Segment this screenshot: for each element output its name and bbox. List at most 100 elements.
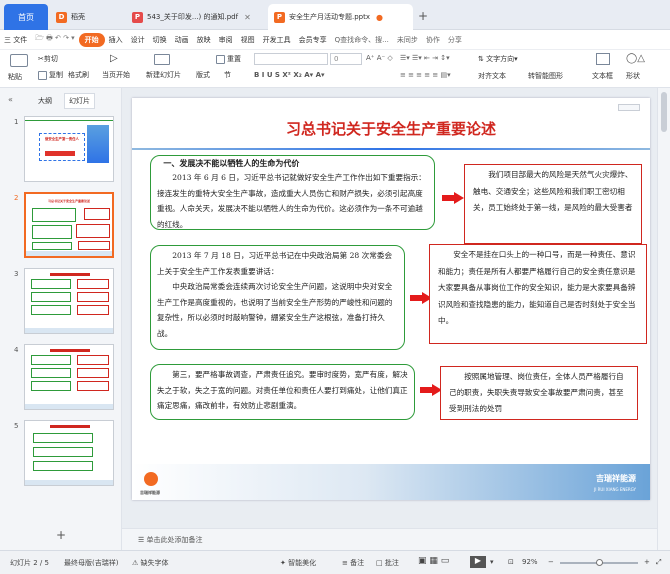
slide-thumbnail-2[interactable]: 习总书记关于安全生产重要论述 [24,192,114,258]
shape-button[interactable]: 形状 [626,71,640,81]
convert-smartart-button[interactable]: 转智能图形 [528,71,563,81]
theme-name[interactable]: 最终母版(吉瑞祥) [64,558,118,568]
menu-view[interactable]: 视图 [237,35,259,45]
slide-thumbnail-1[interactable]: 做安全生产第一责任人 [24,116,114,182]
tab-pdf[interactable]: P 543_关于印发...) 的通知.pdf ✕ [126,4,266,30]
collapse-panel-icon[interactable]: « [8,95,13,104]
tab-docer-label: 稻壳 [71,13,85,21]
close-icon[interactable]: ✕ [244,13,251,22]
new-slide-button[interactable]: 新建幻灯片 [146,70,181,80]
text-box-1[interactable]: 一、发展决不能以牺牲人的生命为代价 2013 年 6 月 6 日，习近平总书记就… [150,155,435,230]
sync-status[interactable]: 未同步 [393,35,422,45]
new-slide-icon[interactable] [154,54,172,65]
layout-button[interactable]: 版式 [196,70,210,80]
collab-button[interactable]: 协作 [422,35,444,45]
right-arrow-icon [442,192,464,204]
list-buttons[interactable]: ☰▾ ☰▾ ⇤ ⇥ ↕▾ [400,54,450,62]
menu-transition[interactable]: 切换 [149,35,171,45]
tab-bar: 首页 D 稻壳 P 543_关于印发...) 的通知.pdf ✕ P 安全生产月… [0,0,670,30]
new-tab-button[interactable]: + [418,9,428,23]
tab-pptx[interactable]: P 安全生产月活动专题.pptx ● [268,4,413,30]
add-slide-button[interactable]: + [56,528,66,542]
paste-button[interactable]: 粘贴 [8,72,22,82]
box2-text-2: 中央政治局常委会连续两次讨论安全生产问题，这说明中央对安全生产工作是高度重视的，… [157,282,393,338]
notes-toggle-icon: ≡ [342,559,351,567]
thumb-num: 4 [14,346,19,354]
text-direction-button[interactable]: ⇅ 文字方向▾ [478,54,518,64]
file-menu[interactable]: 三 文件 [0,35,31,45]
fullscreen-icon[interactable]: ⤢ [656,558,662,567]
text-box-2[interactable]: 2013 年 7 月 18 日，习近平总书记在中央政治局第 28 次常委会上关于… [150,245,405,350]
align-text-button[interactable]: 对齐文本 [478,71,506,81]
missing-font-button[interactable]: ⚠ 缺失字体 [132,558,169,568]
notes-pane[interactable]: ☰ 单击此处添加备注 [122,528,657,550]
slide-thumbnail-4[interactable] [24,344,114,410]
tab-home[interactable]: 首页 [4,4,48,30]
right-arrow-icon [420,384,442,396]
quick-access-icons[interactable]: 🗁 🖶 ↶ ↷ ▾ [31,34,78,45]
copy-button[interactable]: 复制 [38,70,63,80]
zoom-in-button[interactable]: + [644,558,650,566]
menu-review[interactable]: 审阅 [215,35,237,45]
tab-docer[interactable]: D 稻壳 [50,4,124,30]
status-bar: 幻灯片 2 / 5 最终母版(吉瑞祥) ⚠ 缺失字体 ✦ 智能美化 ≡ 备注 □… [0,550,670,574]
shapes-icon[interactable]: ◯△ [626,53,645,64]
command-search[interactable]: Q查找命令、搜... [331,35,393,45]
footer-brand: 吉瑞祥能源 [596,474,636,483]
play-from-current-button[interactable]: 当页开始 [102,70,130,80]
slide-thumbnail-5[interactable] [24,420,114,486]
zoom-slider-thumb[interactable] [596,559,603,566]
text-box-3[interactable]: 第三，要严格事故调查，严肃责任追究。要审时度势，宽严有度，解决失之于软，失之于宽… [150,364,415,420]
font-name-select[interactable] [254,53,328,65]
cut-button[interactable]: ✂剪切 [38,54,58,64]
copy-label: 复制 [49,71,63,79]
view-mode-buttons[interactable]: ▣ ▦ ▭ [418,556,449,566]
menu-animation[interactable]: 动画 [171,35,193,45]
tab-outline[interactable]: 大纲 [38,96,52,106]
thumb-num: 1 [14,118,19,126]
font-grow-shrink[interactable]: A⁺ A⁻ ◇ [366,54,393,62]
smart-beautify-button[interactable]: ✦ 智能美化 [280,558,316,568]
slide-title[interactable]: 习总书记关于安全生产重要论述 [132,118,650,139]
slide[interactable]: 习总书记关于安全生产重要论述 一、发展决不能以牺牲人的生命为代价 2013 年 … [132,98,650,500]
slide-thumbnail-3[interactable] [24,268,114,334]
notes-toggle-button[interactable]: ≡ 备注 [342,558,364,568]
textbox-icon[interactable] [596,53,610,65]
slide-footer [132,464,650,500]
font-style-buttons[interactable]: B I U S X² X₂ A▾ A▾ [254,71,325,79]
comments-button[interactable]: □ 批注 [376,558,399,568]
vertical-scrollbar[interactable] [657,88,670,550]
play-slideshow-button[interactable]: ▶ [470,556,486,568]
note-box-2[interactable]: 安全不是挂在口头上的一种口号，而是一种责任、意识和能力；责任是所有人都要严格履行… [429,244,647,344]
thumb-num: 2 [14,194,19,202]
play-icon[interactable]: ▷ [110,53,118,64]
note-box-3[interactable]: 按照属地管理、岗位责任，全体人员严格履行自己的职责，失职失责导致安全事故要严肃问… [440,366,638,420]
textbox-button[interactable]: 文本框 [592,71,613,81]
menu-design[interactable]: 设计 [127,35,149,45]
scrollbar-thumb[interactable] [661,92,667,132]
menu-slideshow[interactable]: 放映 [193,35,215,45]
note-box-1[interactable]: 我们项目部最大的风险是天然气火灾爆炸、触电、交通安全；这些风险和我们职工密切相关… [464,164,642,244]
share-button[interactable]: 分享 [444,35,466,45]
footer-logo-text: 吉瑞祥能源 [140,490,160,495]
pptx-icon: P [274,11,285,23]
comments-label: 批注 [384,559,399,567]
zoom-out-button[interactable]: − [548,558,554,566]
play-options-icon[interactable]: ▾ [490,558,494,566]
zoom-level[interactable]: 92% [522,558,538,566]
menu-insert[interactable]: 插入 [105,35,127,45]
menu-member[interactable]: 会员专享 [295,35,331,45]
thumb-title: 习总书记关于安全生产重要论述 [47,199,90,203]
paste-icon[interactable] [10,54,28,67]
menu-home[interactable]: 开始 [78,32,105,47]
thumb-title: 做安全生产第一责任人 [45,137,79,141]
font-size-select[interactable]: 0 [330,53,362,65]
reset-button[interactable]: 重置 [216,54,241,64]
align-buttons[interactable]: ≡ ≡ ≡ ≡ ≡ ▤▾ [400,71,451,79]
pdf-icon: P [132,11,143,23]
format-painter-button[interactable]: 格式刷 [68,70,89,80]
tab-slides[interactable]: 幻灯片 [64,93,95,109]
section-button[interactable]: 节 [224,70,231,80]
fit-window-icon[interactable]: ⊡ [508,558,514,566]
menu-developer[interactable]: 开发工具 [259,35,295,45]
